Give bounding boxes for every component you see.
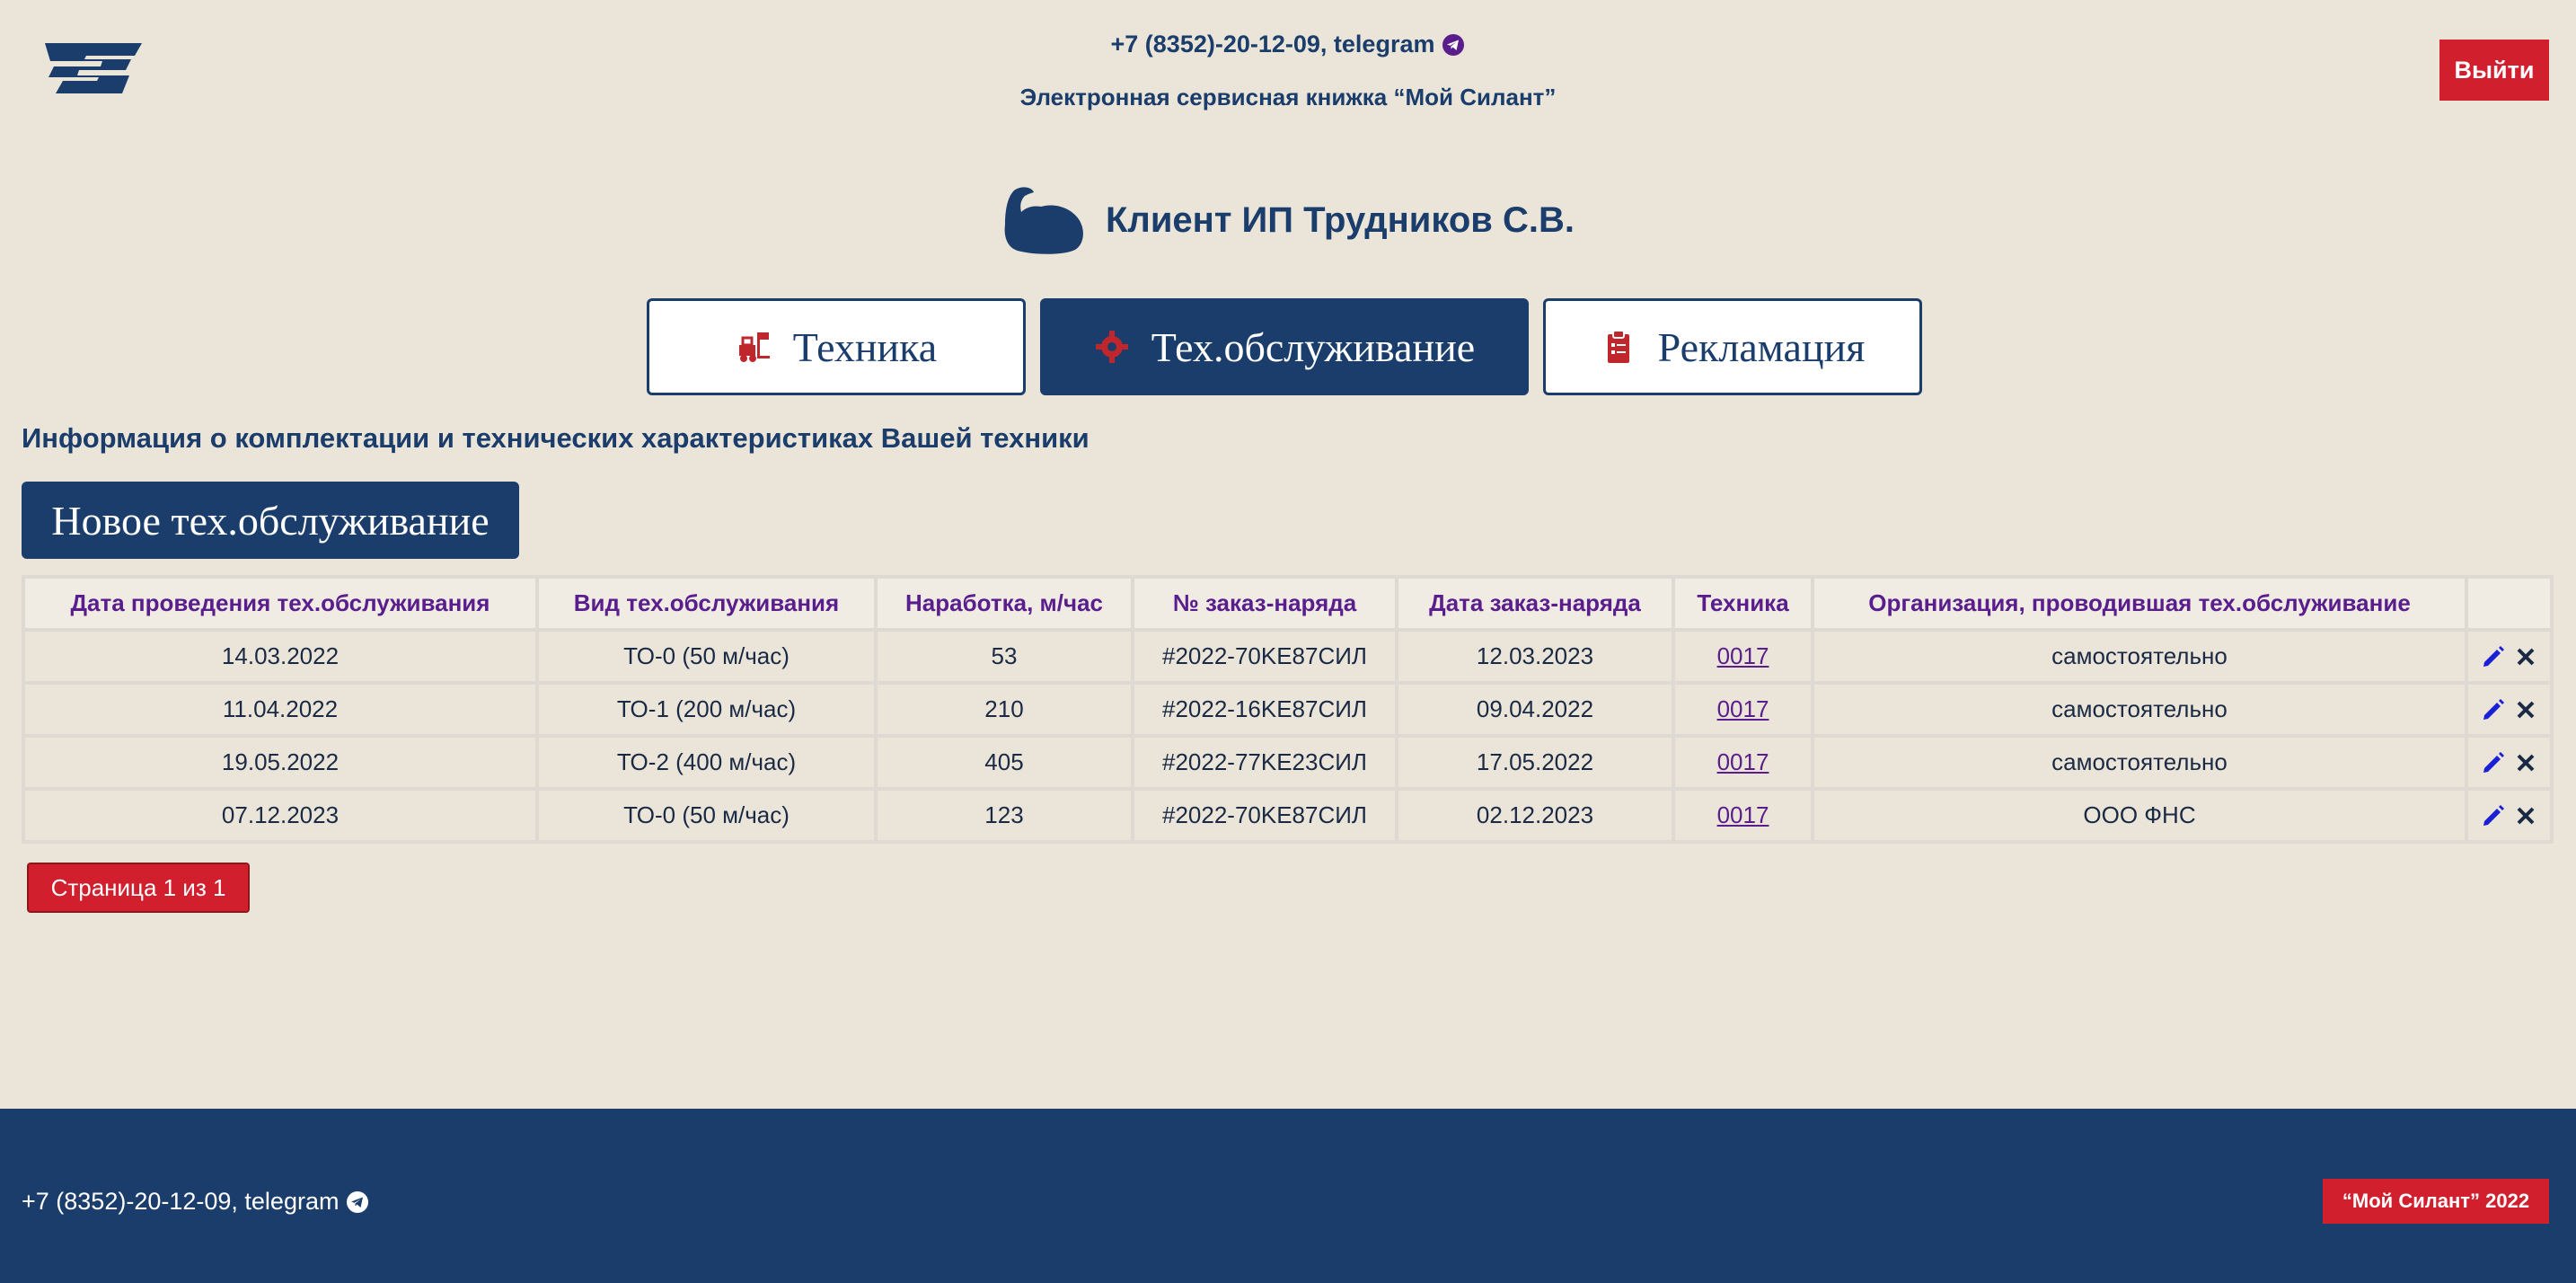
cell-hours: 53 bbox=[874, 628, 1134, 685]
tab-maintenance[interactable]: Тех.обслуживание bbox=[1040, 298, 1529, 395]
machine-link[interactable]: 0017 bbox=[1717, 695, 1769, 722]
column-header[interactable]: Дата заказ-наряда bbox=[1395, 575, 1675, 632]
table-row: 07.12.2023 ТО-0 (50 м/час) 123 #2022-70K… bbox=[22, 787, 2554, 844]
delete-icon[interactable] bbox=[2513, 803, 2538, 828]
footer-brand: “Мой Силант” 2022 bbox=[2323, 1179, 2549, 1224]
tab-label: Техника bbox=[792, 323, 938, 370]
cell-order-date: 12.03.2023 bbox=[1395, 628, 1675, 685]
cell-date: 07.12.2023 bbox=[22, 787, 539, 844]
delete-icon[interactable] bbox=[2513, 697, 2538, 722]
cell-hours: 405 bbox=[874, 734, 1134, 791]
cell-order-date: 02.12.2023 bbox=[1395, 787, 1675, 844]
telegram-icon[interactable] bbox=[1442, 33, 1465, 57]
cell-actions bbox=[2465, 787, 2554, 844]
cell-type: ТО-0 (50 м/час) bbox=[535, 787, 878, 844]
edit-icon[interactable] bbox=[2481, 644, 2506, 669]
cell-organization: ООО ФНС bbox=[1811, 787, 2468, 844]
cell-machine: 0017 bbox=[1672, 681, 1814, 738]
cell-order-number: #2022-70KE87СИЛ bbox=[1131, 628, 1398, 685]
machine-link[interactable]: 0017 bbox=[1717, 748, 1769, 775]
edit-icon[interactable] bbox=[2481, 697, 2506, 722]
column-header[interactable]: № заказ-наряда bbox=[1131, 575, 1398, 632]
header-contacts: +7 (8352)-20-12-09, telegram Электронная… bbox=[0, 31, 2576, 111]
cell-type: ТО-0 (50 м/час) bbox=[535, 628, 878, 685]
column-header-actions bbox=[2465, 575, 2554, 632]
footer: +7 (8352)-20-12-09, telegram “Мой Силант… bbox=[0, 1109, 2576, 1283]
cell-date: 11.04.2022 bbox=[22, 681, 539, 738]
cell-organization: самостоятельно bbox=[1811, 681, 2468, 738]
tab-machinery[interactable]: Техника bbox=[647, 298, 1026, 395]
tab-label: Рекламация bbox=[1657, 323, 1866, 370]
new-maintenance-button[interactable]: Новое тех.обслуживание bbox=[22, 482, 519, 559]
forklift-icon bbox=[738, 332, 770, 362]
cell-hours: 210 bbox=[874, 681, 1134, 738]
telegram-icon[interactable] bbox=[346, 1190, 369, 1214]
client-header: Клиент ИП Трудников С.В. bbox=[0, 185, 2576, 255]
header-phone: +7 (8352)-20-12-09, telegram bbox=[1110, 31, 1435, 58]
maintenance-table: Дата проведения тех.обслуживания Вид тех… bbox=[22, 575, 2554, 844]
machine-link[interactable]: 0017 bbox=[1717, 801, 1769, 828]
tab-claims[interactable]: Рекламация bbox=[1543, 298, 1922, 395]
tab-label: Тех.обслуживание bbox=[1151, 323, 1476, 370]
cell-order-number: #2022-70KE87СИЛ bbox=[1131, 787, 1398, 844]
muscle-icon bbox=[1004, 187, 1083, 254]
cell-type: ТО-1 (200 м/час) bbox=[535, 681, 878, 738]
table-row: 14.03.2022 ТО-0 (50 м/час) 53 #2022-70KE… bbox=[22, 628, 2554, 685]
cell-order-number: #2022-77KE23СИЛ bbox=[1131, 734, 1398, 791]
column-header[interactable]: Наработка, м/час bbox=[874, 575, 1134, 632]
table-row: 19.05.2022 ТО-2 (400 м/час) 405 #2022-77… bbox=[22, 734, 2554, 791]
cell-order-date: 17.05.2022 bbox=[1395, 734, 1675, 791]
cell-machine: 0017 bbox=[1672, 787, 1814, 844]
pagination-button[interactable]: Страница 1 из 1 bbox=[27, 863, 250, 913]
column-header[interactable]: Техника bbox=[1672, 575, 1814, 632]
clipboard-icon bbox=[1607, 330, 1629, 363]
footer-phone-row: +7 (8352)-20-12-09, telegram bbox=[22, 1188, 369, 1216]
column-header[interactable]: Организация, проводившая тех.обслуживани… bbox=[1811, 575, 2468, 632]
cell-machine: 0017 bbox=[1672, 628, 1814, 685]
cell-date: 14.03.2022 bbox=[22, 628, 539, 685]
section-title: Информация о комплектации и технических … bbox=[22, 422, 1090, 454]
cell-type: ТО-2 (400 м/час) bbox=[535, 734, 878, 791]
cell-organization: самостоятельно bbox=[1811, 628, 2468, 685]
header-subtitle: Электронная сервисная книжка “Мой Силант… bbox=[1019, 84, 1557, 111]
cell-actions bbox=[2465, 734, 2554, 791]
header-phone-row: +7 (8352)-20-12-09, telegram bbox=[1111, 31, 1466, 58]
delete-icon[interactable] bbox=[2513, 644, 2538, 669]
cell-actions bbox=[2465, 628, 2554, 685]
cell-machine: 0017 bbox=[1672, 734, 1814, 791]
cell-order-number: #2022-16KE87СИЛ bbox=[1131, 681, 1398, 738]
cell-date: 19.05.2022 bbox=[22, 734, 539, 791]
column-header[interactable]: Вид тех.обслуживания bbox=[535, 575, 878, 632]
delete-icon[interactable] bbox=[2513, 750, 2538, 775]
edit-icon[interactable] bbox=[2481, 803, 2506, 828]
table-row: 11.04.2022 ТО-1 (200 м/час) 210 #2022-16… bbox=[22, 681, 2554, 738]
footer-phone: +7 (8352)-20-12-09, telegram bbox=[22, 1188, 340, 1215]
client-title: Клиент ИП Трудников С.В. bbox=[1106, 199, 1575, 240]
tabs: Техника Тех.обслуживание Рекламация bbox=[647, 298, 1922, 395]
column-header[interactable]: Дата проведения тех.обслуживания bbox=[22, 575, 539, 632]
gear-icon bbox=[1095, 331, 1128, 363]
logout-button[interactable]: Выйти bbox=[2439, 40, 2549, 101]
cell-order-date: 09.04.2022 bbox=[1395, 681, 1675, 738]
table-header-row: Дата проведения тех.обслуживания Вид тех… bbox=[22, 575, 2554, 632]
cell-hours: 123 bbox=[874, 787, 1134, 844]
cell-actions bbox=[2465, 681, 2554, 738]
machine-link[interactable]: 0017 bbox=[1717, 642, 1769, 669]
edit-icon[interactable] bbox=[2481, 750, 2506, 775]
cell-organization: самостоятельно bbox=[1811, 734, 2468, 791]
